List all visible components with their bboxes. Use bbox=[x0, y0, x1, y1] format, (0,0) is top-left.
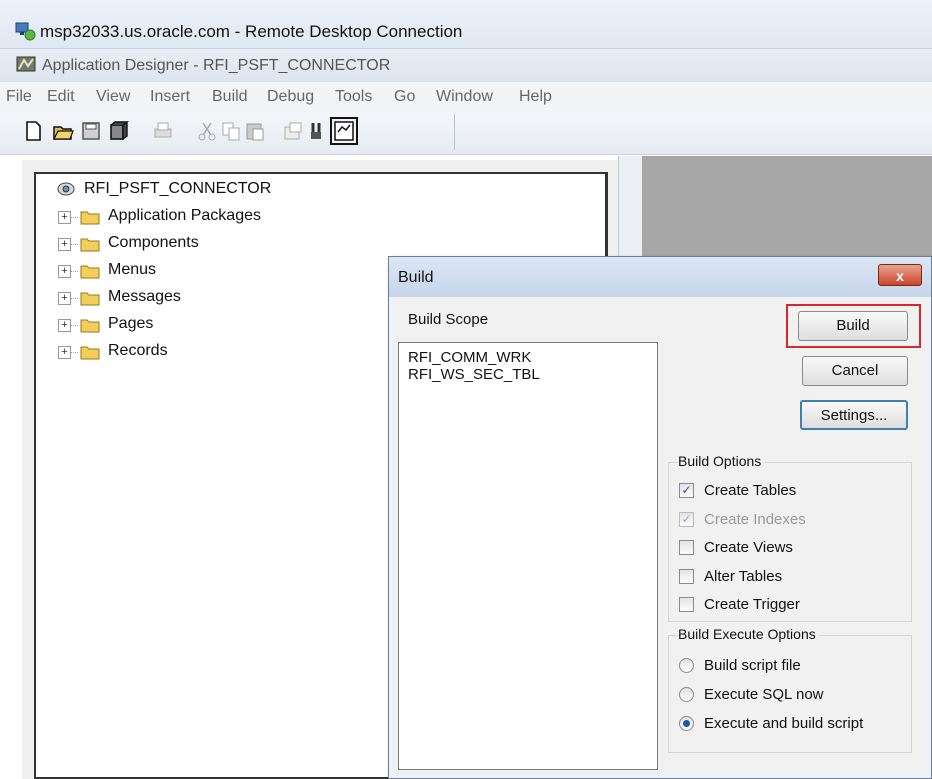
build-scope-label: Build Scope bbox=[408, 311, 489, 328]
tree-item-label: Pages bbox=[108, 315, 154, 332]
tree-item-label: Records bbox=[108, 342, 168, 359]
build-script-file-label: Build script file bbox=[704, 657, 801, 674]
menu-file[interactable]: File bbox=[6, 88, 32, 106]
project-icon bbox=[57, 182, 75, 196]
tree-item-label: Components bbox=[108, 234, 199, 251]
rdp-window-title: msp32033.us.oracle.com - Remote Desktop … bbox=[40, 22, 463, 41]
menu-tools[interactable]: Tools bbox=[335, 88, 372, 106]
copy-icon[interactable] bbox=[220, 120, 242, 142]
properties-icon[interactable] bbox=[282, 120, 304, 142]
execute-and-build-script-radio[interactable] bbox=[679, 716, 694, 731]
tree-connector bbox=[70, 217, 78, 218]
create-tables-label: Create Tables bbox=[704, 482, 797, 499]
new-icon[interactable] bbox=[22, 120, 44, 142]
application-designer-icon bbox=[16, 56, 36, 72]
scope-item[interactable]: RFI_WS_SEC_TBL bbox=[408, 366, 540, 383]
menu-debug[interactable]: Debug bbox=[267, 88, 314, 106]
alter-tables-label: Alter Tables bbox=[704, 568, 783, 585]
tree-connector bbox=[70, 298, 78, 299]
scope-item[interactable]: RFI_COMM_WRK bbox=[408, 349, 531, 366]
create-indexes-checkbox: ✓ bbox=[679, 512, 694, 527]
create-trigger-checkbox[interactable] bbox=[679, 597, 694, 612]
folder-icon bbox=[80, 211, 100, 225]
dialog-title: Build bbox=[398, 269, 434, 286]
menu-view[interactable]: View bbox=[96, 88, 130, 106]
cancel-button[interactable]: Cancel bbox=[802, 356, 908, 386]
create-indexes-label: Create Indexes bbox=[704, 511, 806, 528]
tree-connector bbox=[70, 352, 78, 353]
menu-edit[interactable]: Edit bbox=[47, 88, 75, 106]
execute-sql-now-label: Execute SQL now bbox=[704, 686, 824, 703]
menu-go[interactable]: Go bbox=[394, 88, 415, 106]
build-options-title: Build Options bbox=[678, 453, 765, 469]
tree-item-label: Menus bbox=[108, 261, 157, 278]
save-all-icon[interactable] bbox=[108, 120, 130, 142]
folder-icon bbox=[80, 346, 100, 360]
execute-and-build-script-label: Execute and build script bbox=[704, 715, 864, 732]
build-button[interactable]: Build bbox=[798, 311, 908, 341]
create-tables-checkbox[interactable]: ✓ bbox=[679, 483, 694, 498]
build-execute-options-title: Build Execute Options bbox=[678, 626, 819, 642]
toolbar bbox=[0, 112, 932, 155]
folder-icon bbox=[80, 319, 100, 333]
build-scope-list[interactable] bbox=[398, 342, 658, 770]
folder-icon bbox=[80, 292, 100, 306]
folder-icon bbox=[80, 265, 100, 279]
menu-build[interactable]: Build bbox=[212, 88, 248, 106]
open-icon[interactable] bbox=[52, 120, 74, 142]
menu-help[interactable]: Help bbox=[519, 88, 552, 106]
build-script-file-radio[interactable] bbox=[679, 658, 694, 673]
settings-button[interactable]: Settings... bbox=[800, 400, 908, 430]
toolbar-separator bbox=[454, 114, 455, 150]
tree-item-label: Messages bbox=[108, 288, 181, 305]
tree-root-label[interactable]: RFI_PSFT_CONNECTOR bbox=[84, 180, 271, 198]
cut-icon[interactable] bbox=[196, 120, 218, 142]
dialog-title-bar[interactable] bbox=[389, 257, 931, 297]
remote-desktop-icon bbox=[15, 22, 36, 41]
create-views-label: Create Views bbox=[704, 539, 793, 556]
tree-connector bbox=[70, 244, 78, 245]
menu-window[interactable]: Window bbox=[436, 88, 493, 106]
print-icon[interactable] bbox=[152, 120, 174, 142]
menu-insert[interactable]: Insert bbox=[150, 88, 190, 106]
tree-connector bbox=[70, 325, 78, 326]
save-icon[interactable] bbox=[80, 120, 102, 142]
close-button[interactable]: x bbox=[878, 264, 922, 286]
create-views-checkbox[interactable] bbox=[679, 540, 694, 555]
folder-icon bbox=[80, 238, 100, 252]
create-trigger-label: Create Trigger bbox=[704, 596, 800, 613]
execute-sql-now-radio[interactable] bbox=[679, 687, 694, 702]
tree-connector bbox=[70, 271, 78, 272]
alter-tables-checkbox[interactable] bbox=[679, 569, 694, 584]
app-window-title: Application Designer - RFI_PSFT_CONNECTO… bbox=[42, 57, 391, 74]
project-workspace-icon[interactable] bbox=[330, 117, 358, 145]
tree-item-label: Application Packages bbox=[108, 207, 261, 224]
paste-icon[interactable] bbox=[244, 120, 266, 142]
find-icon[interactable] bbox=[308, 120, 330, 142]
